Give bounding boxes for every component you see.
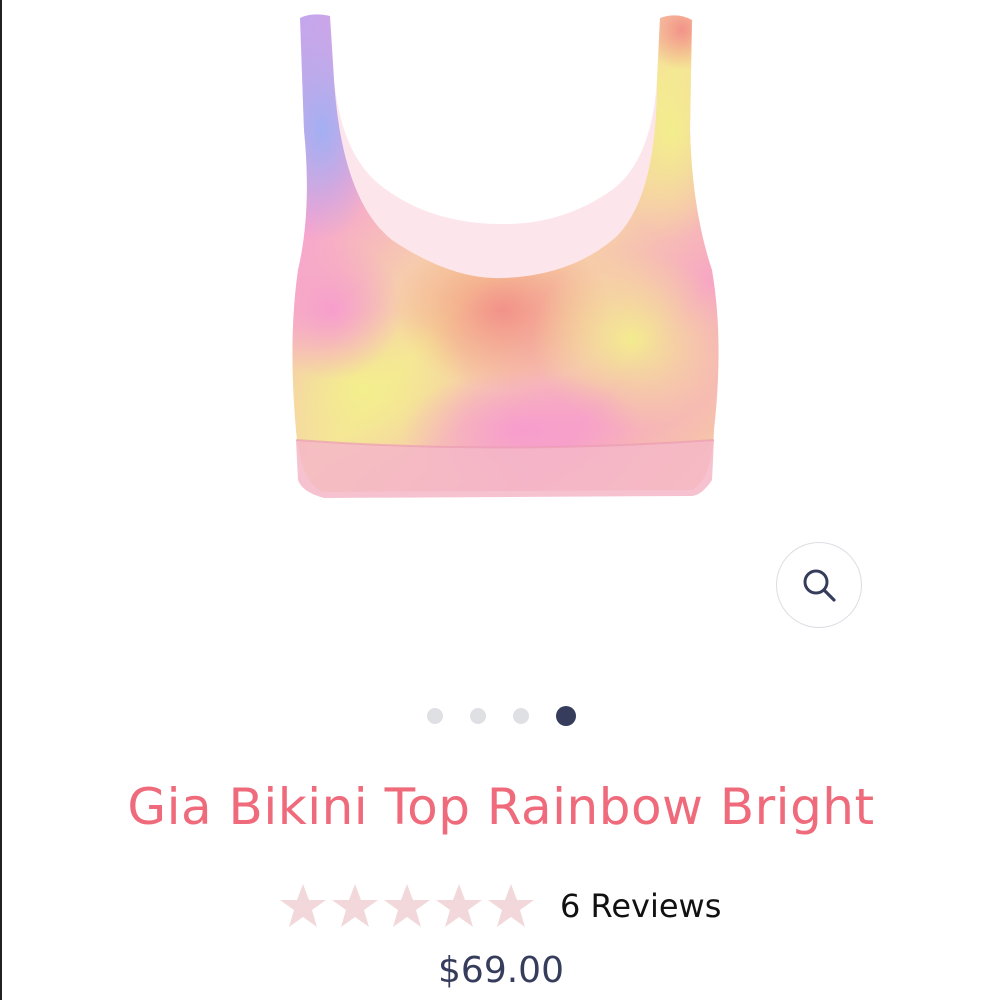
star-icon [280, 884, 326, 927]
zoom-button[interactable] [776, 542, 862, 628]
star-icon [332, 884, 378, 927]
gallery-dots [427, 705, 576, 727]
gallery-pagination [2, 705, 1000, 727]
rating-row: 6 Reviews [278, 878, 721, 934]
gallery-dot-1[interactable] [427, 708, 443, 724]
magnifier-icon [803, 569, 836, 602]
star-icon [436, 884, 482, 927]
star-icon [488, 884, 534, 927]
gallery-dot-3[interactable] [513, 708, 529, 724]
product-image[interactable] [272, 10, 732, 510]
gallery-dot-2[interactable] [470, 708, 486, 724]
gallery-dot-4-active[interactable] [556, 706, 576, 726]
star-rating[interactable] [278, 881, 536, 931]
star-icon [384, 884, 430, 927]
reviews-link[interactable]: 6 Reviews [560, 887, 721, 925]
product-title: Gia Bikini Top Rainbow Bright [127, 778, 875, 836]
product-price: $69.00 [438, 950, 564, 991]
